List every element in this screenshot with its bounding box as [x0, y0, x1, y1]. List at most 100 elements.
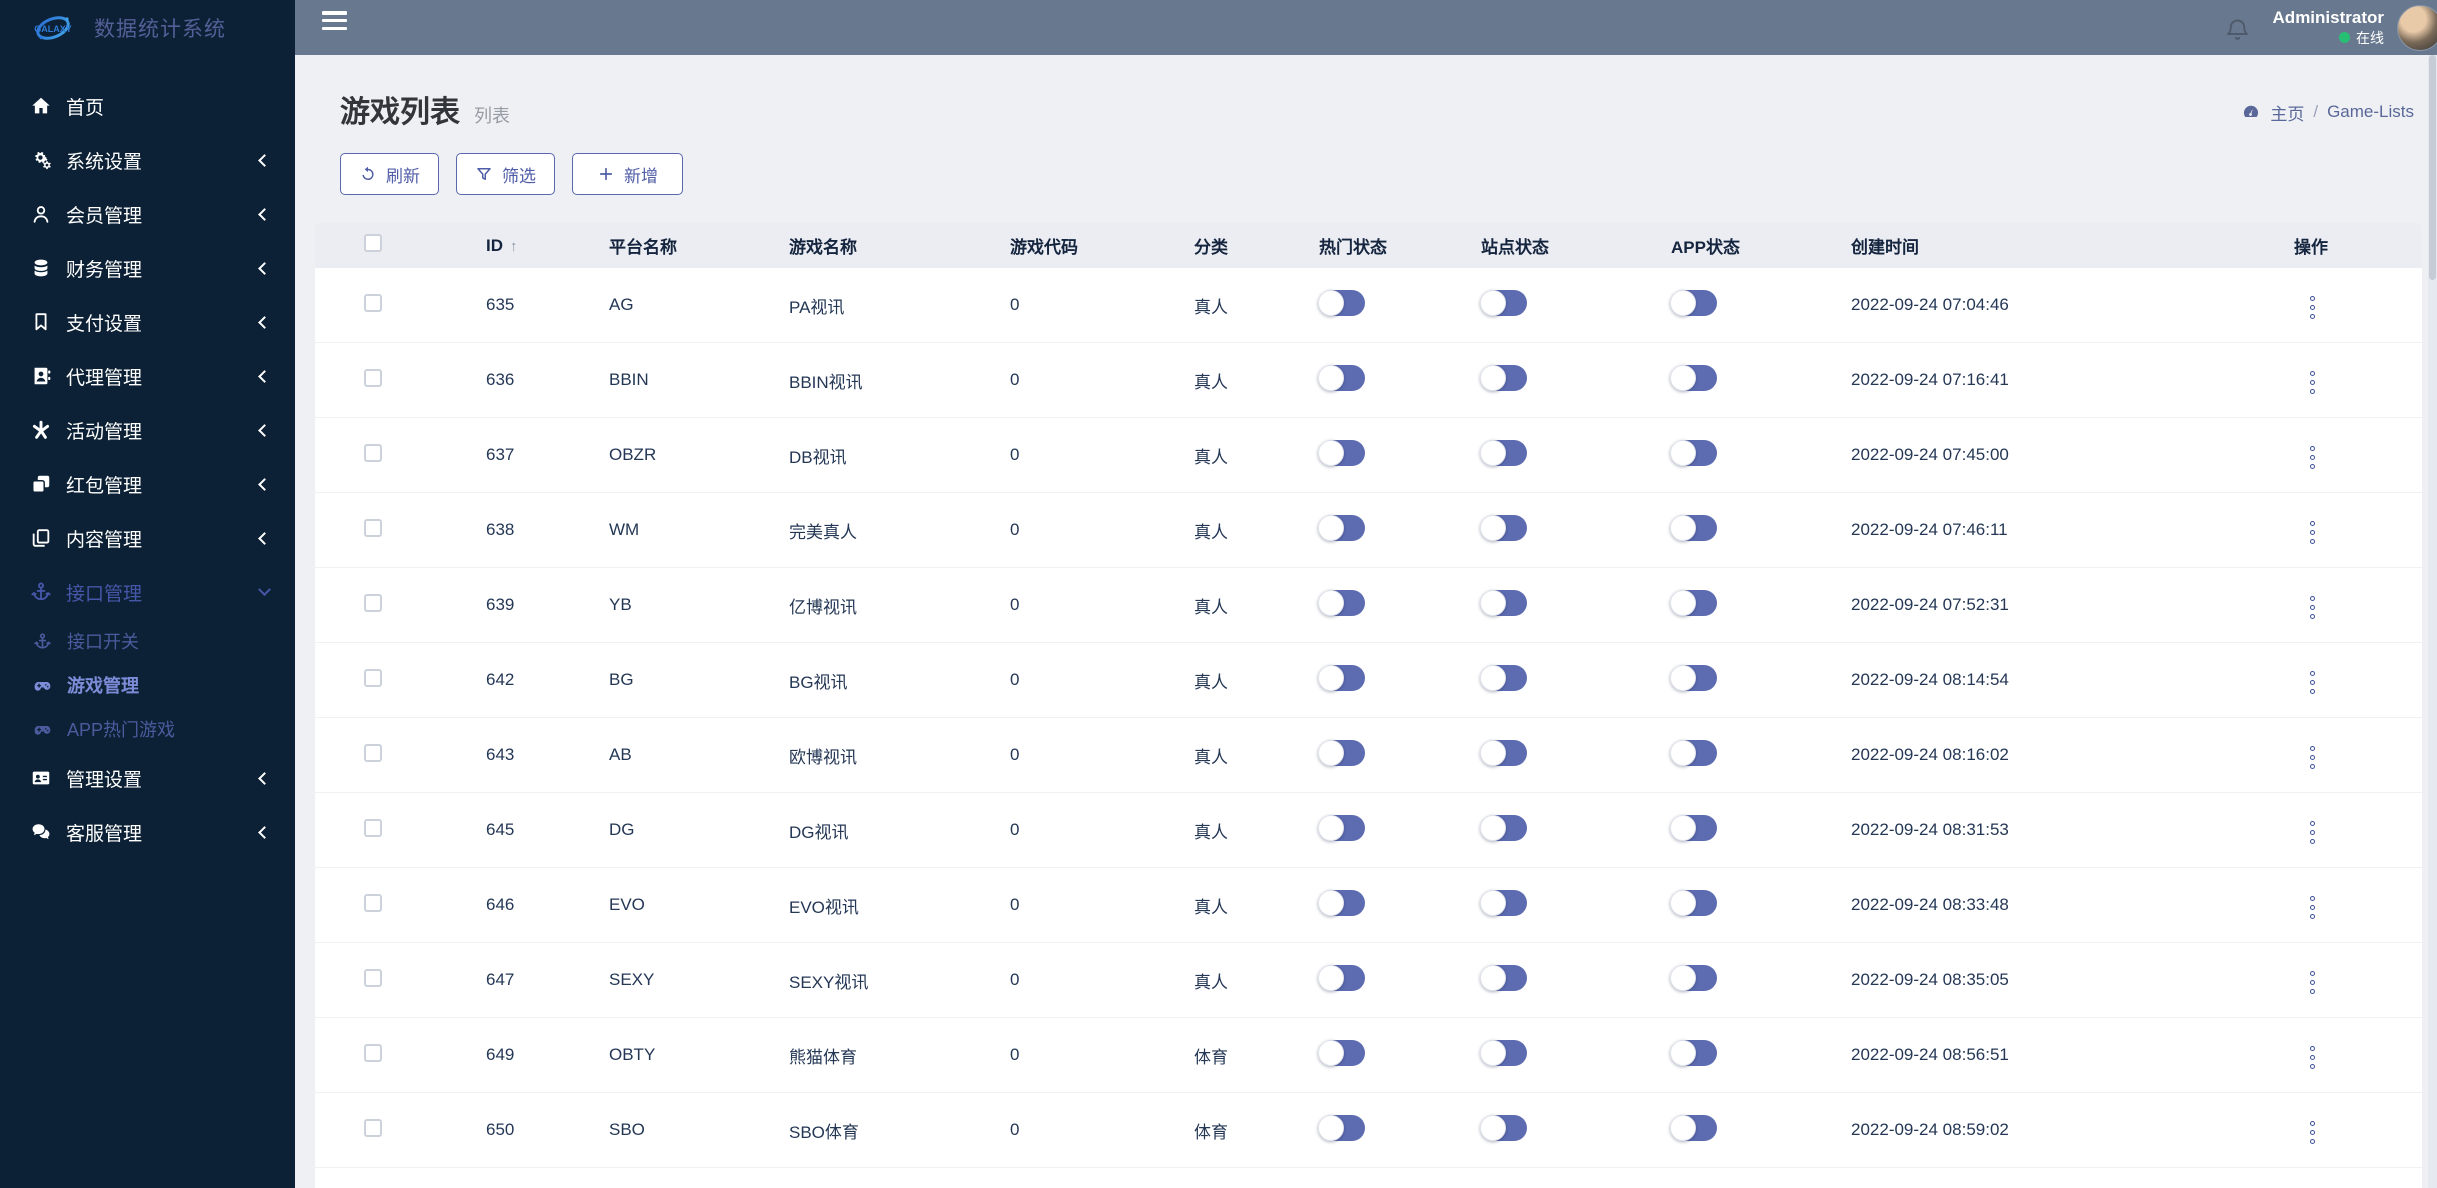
agent-book-icon: [30, 365, 52, 387]
select-all-checkbox[interactable]: [364, 234, 382, 252]
user-meta[interactable]: Administrator 在线: [2273, 8, 2384, 48]
site-status-toggle[interactable]: [1480, 439, 1527, 466]
site-status-toggle[interactable]: [1480, 964, 1527, 991]
site-status-toggle[interactable]: [1480, 739, 1527, 766]
sidebar-item-内容管理[interactable]: 内容管理: [0, 511, 295, 565]
site-status-toggle[interactable]: [1480, 514, 1527, 541]
app-status-toggle[interactable]: [1670, 814, 1717, 841]
app-status-toggle[interactable]: [1670, 889, 1717, 916]
sidebar-item-活动管理[interactable]: 活动管理: [0, 403, 295, 457]
app-status-toggle[interactable]: [1670, 439, 1717, 466]
filter-button[interactable]: 筛选: [456, 153, 555, 195]
sidebar-item-接口开关[interactable]: 接口开关: [0, 619, 295, 663]
hot-status-toggle[interactable]: [1318, 1114, 1365, 1141]
header-category[interactable]: 分类: [1194, 233, 1319, 258]
header-id[interactable]: ID ↑: [486, 236, 609, 256]
site-status-toggle[interactable]: [1480, 814, 1527, 841]
row-checkbox[interactable]: [364, 293, 382, 312]
sidebar-item-label: 活动管理: [66, 421, 143, 443]
hot-status-toggle[interactable]: [1318, 964, 1365, 991]
notification-bell-icon[interactable]: [2224, 16, 2251, 43]
sidebar-item-代理管理[interactable]: 代理管理: [0, 349, 295, 403]
app-status-toggle[interactable]: [1670, 1114, 1717, 1141]
row-actions-kebab-icon[interactable]: [2300, 1040, 2325, 1075]
app-status-toggle[interactable]: [1670, 514, 1717, 541]
row-actions-kebab-icon[interactable]: [2300, 590, 2325, 625]
header-platform[interactable]: 平台名称: [609, 233, 789, 258]
row-actions-kebab-icon[interactable]: [2300, 1115, 2325, 1150]
site-status-toggle[interactable]: [1480, 1039, 1527, 1066]
sidebar-item-客服管理[interactable]: 客服管理: [0, 805, 295, 859]
sidebar-item-系统设置[interactable]: 系统设置: [0, 133, 295, 187]
row-actions-kebab-icon[interactable]: [2300, 515, 2325, 550]
row-actions-kebab-icon[interactable]: [2300, 440, 2325, 475]
app-status-toggle[interactable]: [1670, 289, 1717, 316]
hamburger-menu-icon[interactable]: [322, 11, 347, 30]
header-created[interactable]: 创建时间: [1851, 233, 2294, 258]
hot-status-toggle[interactable]: [1318, 364, 1365, 391]
sidebar-item-首页[interactable]: 首页: [0, 79, 295, 133]
row-checkbox[interactable]: [364, 1118, 382, 1137]
app-status-toggle[interactable]: [1670, 1039, 1717, 1066]
hot-status-toggle[interactable]: [1318, 664, 1365, 691]
app-status-toggle[interactable]: [1670, 664, 1717, 691]
site-status-toggle[interactable]: [1480, 1114, 1527, 1141]
row-checkbox[interactable]: [364, 518, 382, 537]
header-game[interactable]: 游戏名称: [789, 233, 1010, 258]
sidebar-item-红包管理[interactable]: 红包管理: [0, 457, 295, 511]
hot-status-toggle[interactable]: [1318, 589, 1365, 616]
header-app-status[interactable]: APP状态: [1671, 233, 1851, 258]
sidebar-item-管理设置[interactable]: 管理设置: [0, 751, 295, 805]
app-status-toggle[interactable]: [1670, 589, 1717, 616]
site-status-toggle[interactable]: [1480, 889, 1527, 916]
row-checkbox[interactable]: [364, 668, 382, 687]
row-checkbox[interactable]: [364, 818, 382, 837]
sidebar-item-财务管理[interactable]: 财务管理: [0, 241, 295, 295]
row-actions-kebab-icon[interactable]: [2300, 965, 2325, 1000]
row-actions-kebab-icon[interactable]: [2300, 740, 2325, 775]
site-status-toggle[interactable]: [1480, 664, 1527, 691]
sidebar-item-APP热门游戏[interactable]: APP热门游戏: [0, 707, 295, 751]
row-actions-kebab-icon[interactable]: [2300, 665, 2325, 700]
refresh-button[interactable]: 刷新: [340, 153, 439, 195]
row-actions-kebab-icon[interactable]: [2300, 290, 2325, 325]
table-row: 645 DG DG视讯 0 真人 2022-09-24 08:31:53: [315, 793, 2422, 868]
scrollbar-thumb[interactable]: [2429, 55, 2436, 280]
row-actions-kebab-icon[interactable]: [2300, 815, 2325, 850]
cell-platform: BG: [609, 670, 634, 689]
content-scrollbar[interactable]: [2428, 55, 2437, 1188]
hot-status-toggle[interactable]: [1318, 439, 1365, 466]
add-button[interactable]: 新增: [572, 153, 683, 195]
hot-status-toggle[interactable]: [1318, 739, 1365, 766]
site-status-toggle[interactable]: [1480, 289, 1527, 316]
sidebar-item-会员管理[interactable]: 会员管理: [0, 187, 295, 241]
hot-status-toggle[interactable]: [1318, 1039, 1365, 1066]
row-actions-kebab-icon[interactable]: [2300, 890, 2325, 925]
row-checkbox[interactable]: [364, 1043, 382, 1062]
header-code[interactable]: 游戏代码: [1010, 233, 1194, 258]
header-hot-status[interactable]: 热门状态: [1319, 233, 1481, 258]
sidebar-item-支付设置[interactable]: 支付设置: [0, 295, 295, 349]
app-status-toggle[interactable]: [1670, 964, 1717, 991]
site-status-toggle[interactable]: [1480, 364, 1527, 391]
row-checkbox[interactable]: [364, 968, 382, 987]
row-checkbox[interactable]: [364, 443, 382, 462]
hot-status-toggle[interactable]: [1318, 889, 1365, 916]
app-status-toggle[interactable]: [1670, 739, 1717, 766]
breadcrumb-home-link[interactable]: 主页: [2270, 100, 2304, 125]
hot-status-toggle[interactable]: [1318, 814, 1365, 841]
row-checkbox[interactable]: [364, 368, 382, 387]
row-actions-kebab-icon[interactable]: [2300, 365, 2325, 400]
hot-status-toggle[interactable]: [1318, 289, 1365, 316]
row-checkbox[interactable]: [364, 893, 382, 912]
sidebar-item-游戏管理[interactable]: 游戏管理: [0, 663, 295, 707]
breadcrumb-current[interactable]: Game-Lists: [2327, 102, 2414, 122]
header-site-status[interactable]: 站点状态: [1481, 233, 1671, 258]
app-status-toggle[interactable]: [1670, 364, 1717, 391]
hot-status-toggle[interactable]: [1318, 514, 1365, 541]
row-checkbox[interactable]: [364, 743, 382, 762]
row-checkbox[interactable]: [364, 593, 382, 612]
site-status-toggle[interactable]: [1480, 589, 1527, 616]
sidebar-item-接口管理[interactable]: 接口管理: [0, 565, 295, 619]
avatar[interactable]: [2397, 4, 2437, 51]
